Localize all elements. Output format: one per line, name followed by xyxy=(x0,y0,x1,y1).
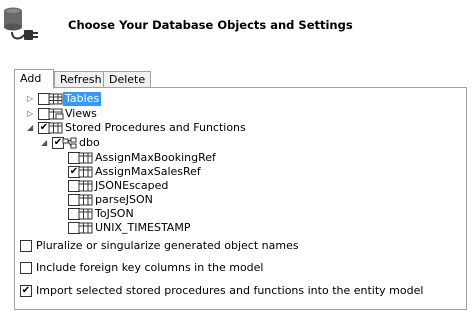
procedure-label: AssignMaxBookingRef xyxy=(95,151,216,164)
procedure-label: ToJSON xyxy=(95,207,134,220)
tree-item-procedure[interactable]: UNIX_TIMESTAMP xyxy=(15,221,455,235)
procedure-icon xyxy=(78,166,93,178)
procedure-label: JSONEscaped xyxy=(95,179,169,192)
tree-label-tables: Tables xyxy=(63,92,102,106)
tree-item-procedure[interactable]: ✔ AssignMaxSalesRef xyxy=(15,165,455,179)
tree-label-stored-procedures: Stored Procedures and Functions xyxy=(65,121,246,134)
option-label: Pluralize or singularize generated objec… xyxy=(36,239,299,252)
pluralize-checkbox[interactable] xyxy=(20,240,32,252)
tree-label-dbo: dbo xyxy=(79,136,100,149)
tree-item-procedure[interactable]: AssignMaxBookingRef xyxy=(15,151,455,165)
collapse-arrow-icon[interactable]: ◢ xyxy=(41,138,49,148)
page-title: Choose Your Database Objects and Setting… xyxy=(68,18,353,32)
tree-item-procedure[interactable]: parseJSON xyxy=(15,193,455,207)
procedure-label: AssignMaxSalesRef xyxy=(95,165,201,178)
foreign-keys-checkbox[interactable] xyxy=(20,262,32,274)
expand-arrow-icon[interactable]: ▷ xyxy=(27,109,35,119)
tree-item-procedure[interactable]: JSONEscaped xyxy=(15,179,455,193)
procedures-icon xyxy=(48,122,63,134)
views-icon xyxy=(48,108,64,120)
tab-add[interactable]: Add xyxy=(14,69,54,89)
procedure-label: parseJSON xyxy=(95,193,153,206)
procedure-icon xyxy=(78,208,93,220)
procedure-icon xyxy=(78,222,93,234)
database-plug-icon xyxy=(4,7,38,40)
tables-icon xyxy=(48,93,63,105)
procedure-label: UNIX_TIMESTAMP xyxy=(95,221,191,234)
option-label: Include foreign key columns in the model xyxy=(36,261,264,274)
tree-label-views: Views xyxy=(65,107,97,120)
wizard-header: Choose Your Database Objects and Setting… xyxy=(0,0,474,54)
option-import-procedures[interactable]: ✔ Import selected stored procedures and … xyxy=(20,284,450,298)
tab-panel-add: ▷ Tables ▷ Views ◢ ✔ Stored Procedures a… xyxy=(14,87,467,310)
tab-refresh[interactable]: Refresh xyxy=(54,71,104,88)
procedure-icon xyxy=(78,180,93,192)
tree-node-views[interactable]: ▷ Views xyxy=(15,107,455,121)
tree-node-stored-procedures[interactable]: ◢ ✔ Stored Procedures and Functions xyxy=(15,121,455,135)
procedure-icon xyxy=(78,194,93,206)
expand-arrow-icon[interactable]: ▷ xyxy=(27,94,35,104)
import-procedures-checkbox[interactable]: ✔ xyxy=(20,285,32,297)
tab-delete[interactable]: Delete xyxy=(103,71,151,88)
tree-node-tables[interactable]: ▷ Tables xyxy=(15,92,455,106)
option-pluralize[interactable]: Pluralize or singularize generated objec… xyxy=(20,239,450,253)
schema-icon xyxy=(62,137,77,149)
tree-item-procedure[interactable]: ToJSON xyxy=(15,207,455,221)
option-foreign-keys[interactable]: Include foreign key columns in the model xyxy=(20,261,450,275)
option-label: Import selected stored procedures and fu… xyxy=(36,284,424,297)
procedure-icon xyxy=(78,152,93,164)
collapse-arrow-icon[interactable]: ◢ xyxy=(27,123,35,133)
tree-node-dbo[interactable]: ◢ ✔ dbo xyxy=(15,136,455,150)
